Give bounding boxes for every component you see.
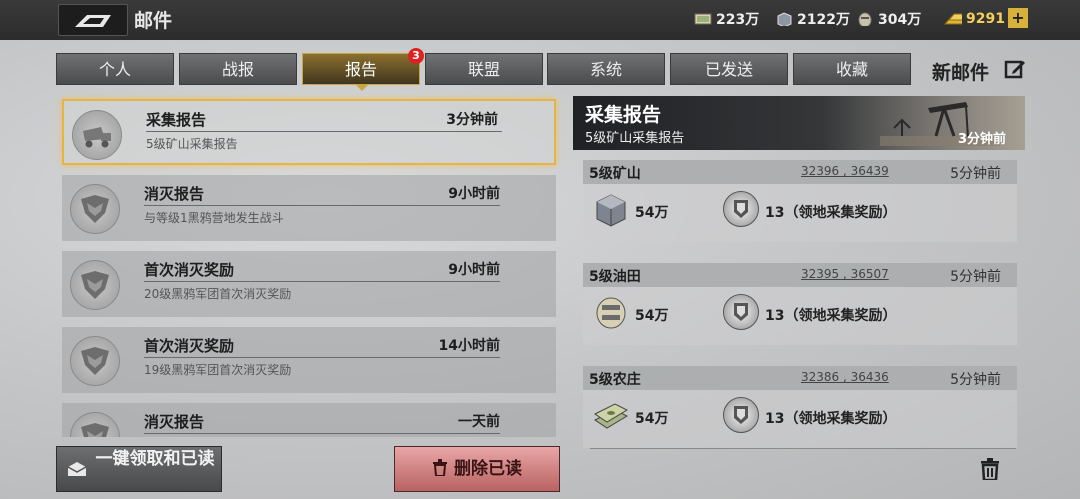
- mail-item[interactable]: 消灭报告 9小时前 与等级1黑鸦营地发生战斗: [62, 175, 556, 241]
- mail-desc: 5级矿山采集报告: [146, 137, 238, 151]
- reward-amount: 54万: [635, 205, 669, 221]
- mail-icon: [72, 110, 122, 160]
- card-time: 5分钟前: [950, 166, 1001, 182]
- mail-time: 一天前: [458, 414, 500, 430]
- raven-emblem-icon: [81, 423, 109, 437]
- card-name: 5级油田: [589, 269, 641, 285]
- mining-truck-icon: [83, 127, 111, 148]
- gold-value: 9291: [966, 11, 1005, 27]
- mail-subject: 首次消灭奖励: [144, 337, 235, 355]
- raven-emblem-icon: [81, 347, 109, 375]
- add-gold-button[interactable]: +: [1008, 8, 1028, 28]
- raven-emblem-icon: [81, 195, 109, 223]
- tab-favorites[interactable]: 收藏: [793, 53, 911, 85]
- card-time: 5分钟前: [950, 372, 1001, 388]
- mail-subject: 首次消灭奖励: [144, 261, 235, 279]
- gold-resource: 9291: [944, 8, 1005, 30]
- trash-icon: [433, 459, 448, 477]
- tab-personal[interactable]: 个人: [56, 53, 174, 85]
- back-arrow-icon: [75, 15, 111, 27]
- mail-icon: [70, 184, 120, 234]
- cash-value: 223万: [716, 12, 760, 28]
- tab-system[interactable]: 系统: [547, 53, 665, 85]
- steel-resource: 2122万: [775, 8, 850, 30]
- divider: [144, 433, 500, 434]
- oil-drum-icon: [596, 297, 626, 329]
- coordinate-link[interactable]: 32396 , 36439: [801, 164, 889, 178]
- page-title: 邮件: [134, 10, 173, 32]
- oil-value: 304万: [878, 12, 922, 28]
- reward-amount: 54万: [635, 411, 669, 427]
- divider: [144, 357, 500, 358]
- territory-medal-icon: [734, 200, 748, 218]
- steel-value: 2122万: [797, 12, 850, 28]
- mail-subject: 消灭报告: [144, 185, 205, 203]
- detail-subtitle: 5级矿山采集报告: [585, 131, 685, 146]
- delete-read-label: 删除已读: [453, 459, 522, 479]
- medal-icon: [723, 397, 759, 433]
- unread-badge: 3: [408, 48, 424, 64]
- mail-subject: 消灭报告: [144, 413, 205, 431]
- steel-crate-icon: [596, 194, 626, 227]
- envelope-icon: [67, 462, 87, 476]
- divider: [144, 205, 500, 206]
- coordinate-link[interactable]: 32386 , 36436: [801, 370, 889, 384]
- compose-icon[interactable]: [1004, 58, 1026, 80]
- mail-icon: [70, 260, 120, 310]
- card-name: 5级农庄: [589, 372, 641, 388]
- mail-time: 3分钟前: [446, 112, 498, 128]
- tab-report-label: 报告: [344, 60, 377, 79]
- mail-desc: 与等级1黑鸦营地发生战斗: [144, 211, 284, 225]
- cash-resource: 223万: [694, 8, 759, 30]
- mail-desc: 20级黑鸦军团首次消灭奖励: [144, 287, 292, 301]
- oil-resource: 304万: [856, 8, 921, 30]
- gold-icon: [944, 13, 962, 25]
- back-button[interactable]: [58, 4, 128, 36]
- tab-battle[interactable]: 战报: [179, 53, 297, 85]
- mail-time: 9小时前: [448, 186, 500, 202]
- reward-desc: 13（领地采集奖励）: [765, 411, 897, 427]
- detail-time: 3分钟前: [958, 132, 1007, 147]
- mail-icon: [70, 336, 120, 386]
- gather-card: 5级农庄 32386 , 36436 5分钟前 54万 13（领地采集奖励）: [583, 366, 1017, 448]
- tab-alliance[interactable]: 联盟: [425, 53, 543, 85]
- mail-item[interactable]: 首次消灭奖励 14小时前 19级黑鸦军团首次消灭奖励: [62, 327, 556, 393]
- mail-time: 14小时前: [438, 338, 500, 354]
- mail-item[interactable]: 采集报告 3分钟前 5级矿山采集报告: [62, 99, 556, 165]
- raven-emblem-icon: [81, 271, 109, 299]
- reward-amount: 54万: [635, 308, 669, 324]
- mail-icon: [70, 412, 120, 437]
- panel-divider: [590, 448, 1016, 449]
- card-name: 5级矿山: [589, 166, 641, 182]
- mail-time: 9小时前: [448, 262, 500, 278]
- mail-item[interactable]: 首次消灭奖励 9小时前 20级黑鸦军团首次消灭奖励: [62, 251, 556, 317]
- medal-icon: [723, 294, 759, 330]
- gather-card: 5级油田 32395 , 36507 5分钟前 54万 13（领地采集奖励）: [583, 263, 1017, 345]
- card-time: 5分钟前: [950, 269, 1001, 285]
- reward-desc: 13（领地采集奖励）: [765, 205, 897, 221]
- medal-icon: [723, 191, 759, 227]
- reward-desc: 13（领地采集奖励）: [765, 308, 897, 324]
- territory-medal-icon: [734, 303, 748, 321]
- mail-item[interactable]: 消灭报告 一天前: [62, 403, 556, 437]
- delete-mail-icon[interactable]: [980, 458, 1000, 480]
- tab-sent[interactable]: 已发送: [670, 53, 788, 85]
- new-mail-button[interactable]: 新邮件: [932, 58, 989, 85]
- territory-medal-icon: [734, 406, 748, 424]
- claim-all-label: 一键领取和已读: [95, 449, 215, 469]
- coordinate-link[interactable]: 32395 , 36507: [801, 267, 889, 281]
- cash-stack-icon: [594, 403, 629, 429]
- gather-card: 5级矿山 32396 , 36439 5分钟前 54万 13（领地采集奖励）: [583, 160, 1017, 242]
- tab-report[interactable]: 报告: [302, 53, 420, 91]
- claim-all-button[interactable]: 一键领取和已读: [56, 446, 222, 492]
- delete-read-button[interactable]: 删除已读: [394, 446, 560, 492]
- detail-title: 采集报告: [585, 104, 662, 126]
- mail-desc: 19级黑鸦军团首次消灭奖励: [144, 363, 292, 377]
- divider: [144, 281, 500, 282]
- steel-icon: [777, 12, 792, 26]
- mail-subject: 采集报告: [146, 111, 207, 129]
- divider: [146, 131, 502, 132]
- oil-icon: [858, 12, 872, 26]
- cash-icon: [694, 13, 712, 25]
